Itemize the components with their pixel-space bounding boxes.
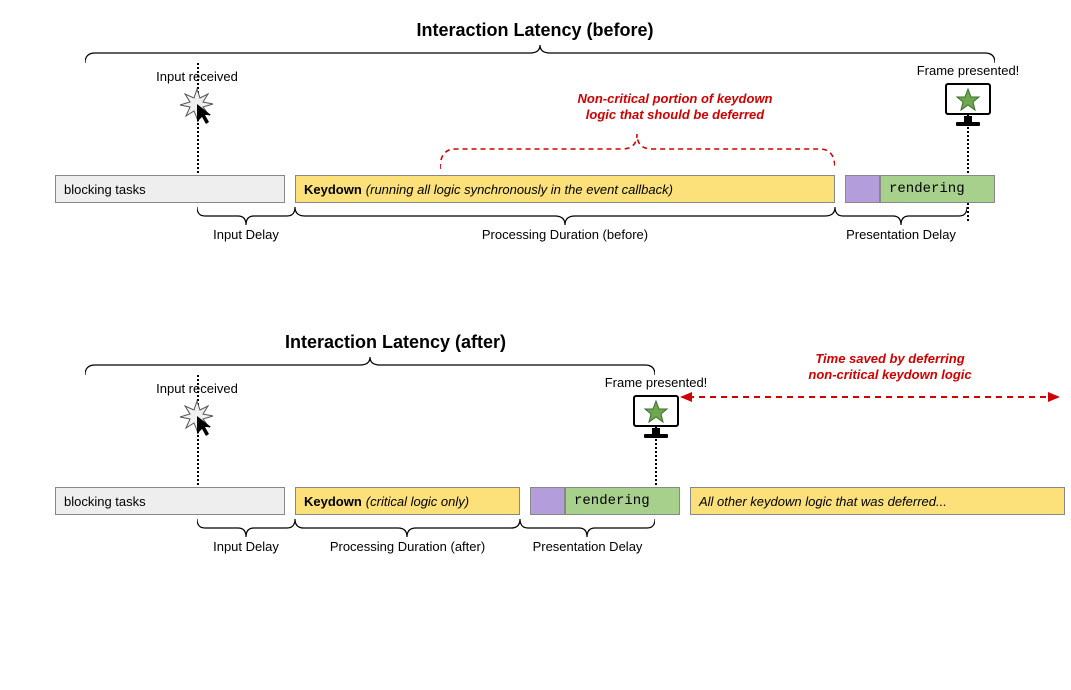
before-presentation-label: Presentation Delay bbox=[825, 227, 977, 242]
before-keydown-bar: Keydown (running all logic synchronously… bbox=[295, 175, 835, 203]
after-section: Interaction Latency (after) Time saved b… bbox=[55, 332, 1065, 574]
after-title: Interaction Latency (after) bbox=[285, 332, 1065, 353]
frame-presented-label: Frame presented! bbox=[917, 63, 1020, 78]
before-render-bar: rendering bbox=[880, 175, 995, 203]
before-input-delay-label: Input Delay bbox=[197, 227, 295, 242]
after-input-delay-brace bbox=[197, 519, 295, 537]
monitor-star-icon bbox=[632, 394, 680, 440]
before-bar-row: blocking tasks Keydown (running all logi… bbox=[55, 175, 1015, 205]
before-title: Interaction Latency (before) bbox=[55, 20, 1015, 41]
after-under-row: Input Delay Processing Duration (after) … bbox=[55, 519, 1065, 574]
keydown-bold: Keydown bbox=[304, 494, 362, 509]
after-bar-row: blocking tasks Keydown (critical logic o… bbox=[55, 487, 1065, 517]
after-render-bar: rendering bbox=[565, 487, 680, 515]
before-annotation-row: Input received Non-critical portion of k… bbox=[55, 63, 1015, 173]
after-presentation-label: Presentation Delay bbox=[510, 539, 665, 554]
before-under-row: Input Delay Processing Duration (before)… bbox=[55, 207, 1015, 262]
red-note-line1: Time saved by deferring bbox=[815, 351, 964, 366]
input-received-label: Input received bbox=[156, 69, 238, 84]
after-input-received: Input received bbox=[137, 381, 257, 438]
red-note-line2: logic that should be deferred bbox=[586, 107, 764, 122]
after-processing-brace bbox=[295, 519, 520, 537]
before-processing-brace bbox=[295, 207, 835, 225]
keydown-bold: Keydown bbox=[304, 182, 362, 197]
blocking-label: blocking tasks bbox=[64, 182, 146, 197]
after-deferred-bar: All other keydown logic that was deferre… bbox=[690, 487, 1065, 515]
keydown-ital: (critical logic only) bbox=[366, 494, 469, 509]
before-purple-bar bbox=[845, 175, 880, 203]
deferred-label: All other keydown logic that was deferre… bbox=[699, 494, 947, 509]
before-red-brace bbox=[440, 129, 835, 169]
after-keydown-bar: Keydown (critical logic only) bbox=[295, 487, 520, 515]
after-purple-bar bbox=[530, 487, 565, 515]
monitor-star-icon bbox=[944, 82, 992, 128]
red-note-line1: Non-critical portion of keydown bbox=[577, 91, 772, 106]
before-processing-label: Processing Duration (before) bbox=[295, 227, 835, 242]
input-received-label: Input received bbox=[156, 381, 238, 396]
after-annotation-row: Input received Frame presented! bbox=[55, 375, 1065, 485]
before-presentation-brace bbox=[835, 207, 967, 225]
after-top-brace bbox=[85, 357, 655, 375]
render-label: rendering bbox=[574, 493, 650, 509]
after-blocking-bar: blocking tasks bbox=[55, 487, 285, 515]
render-label: rendering bbox=[889, 181, 965, 197]
before-frame-presented: Frame presented! bbox=[903, 63, 1033, 128]
after-processing-label: Processing Duration (after) bbox=[285, 539, 530, 554]
before-section: Interaction Latency (before) Input recei… bbox=[55, 20, 1015, 262]
burst-cursor-icon bbox=[177, 86, 217, 126]
before-red-note: Non-critical portion of keydown logic th… bbox=[535, 91, 815, 124]
after-input-delay-label: Input Delay bbox=[197, 539, 295, 554]
after-presentation-brace bbox=[520, 519, 655, 537]
before-input-delay-brace bbox=[197, 207, 295, 225]
before-blocking-bar: blocking tasks bbox=[55, 175, 285, 203]
blocking-label: blocking tasks bbox=[64, 494, 146, 509]
after-frame-presented: Frame presented! bbox=[591, 375, 721, 440]
before-input-received: Input received bbox=[137, 69, 257, 126]
keydown-ital: (running all logic synchronously in the … bbox=[366, 182, 673, 197]
frame-presented-label: Frame presented! bbox=[605, 375, 708, 390]
burst-cursor-icon bbox=[177, 398, 217, 438]
before-top-brace bbox=[85, 45, 995, 63]
